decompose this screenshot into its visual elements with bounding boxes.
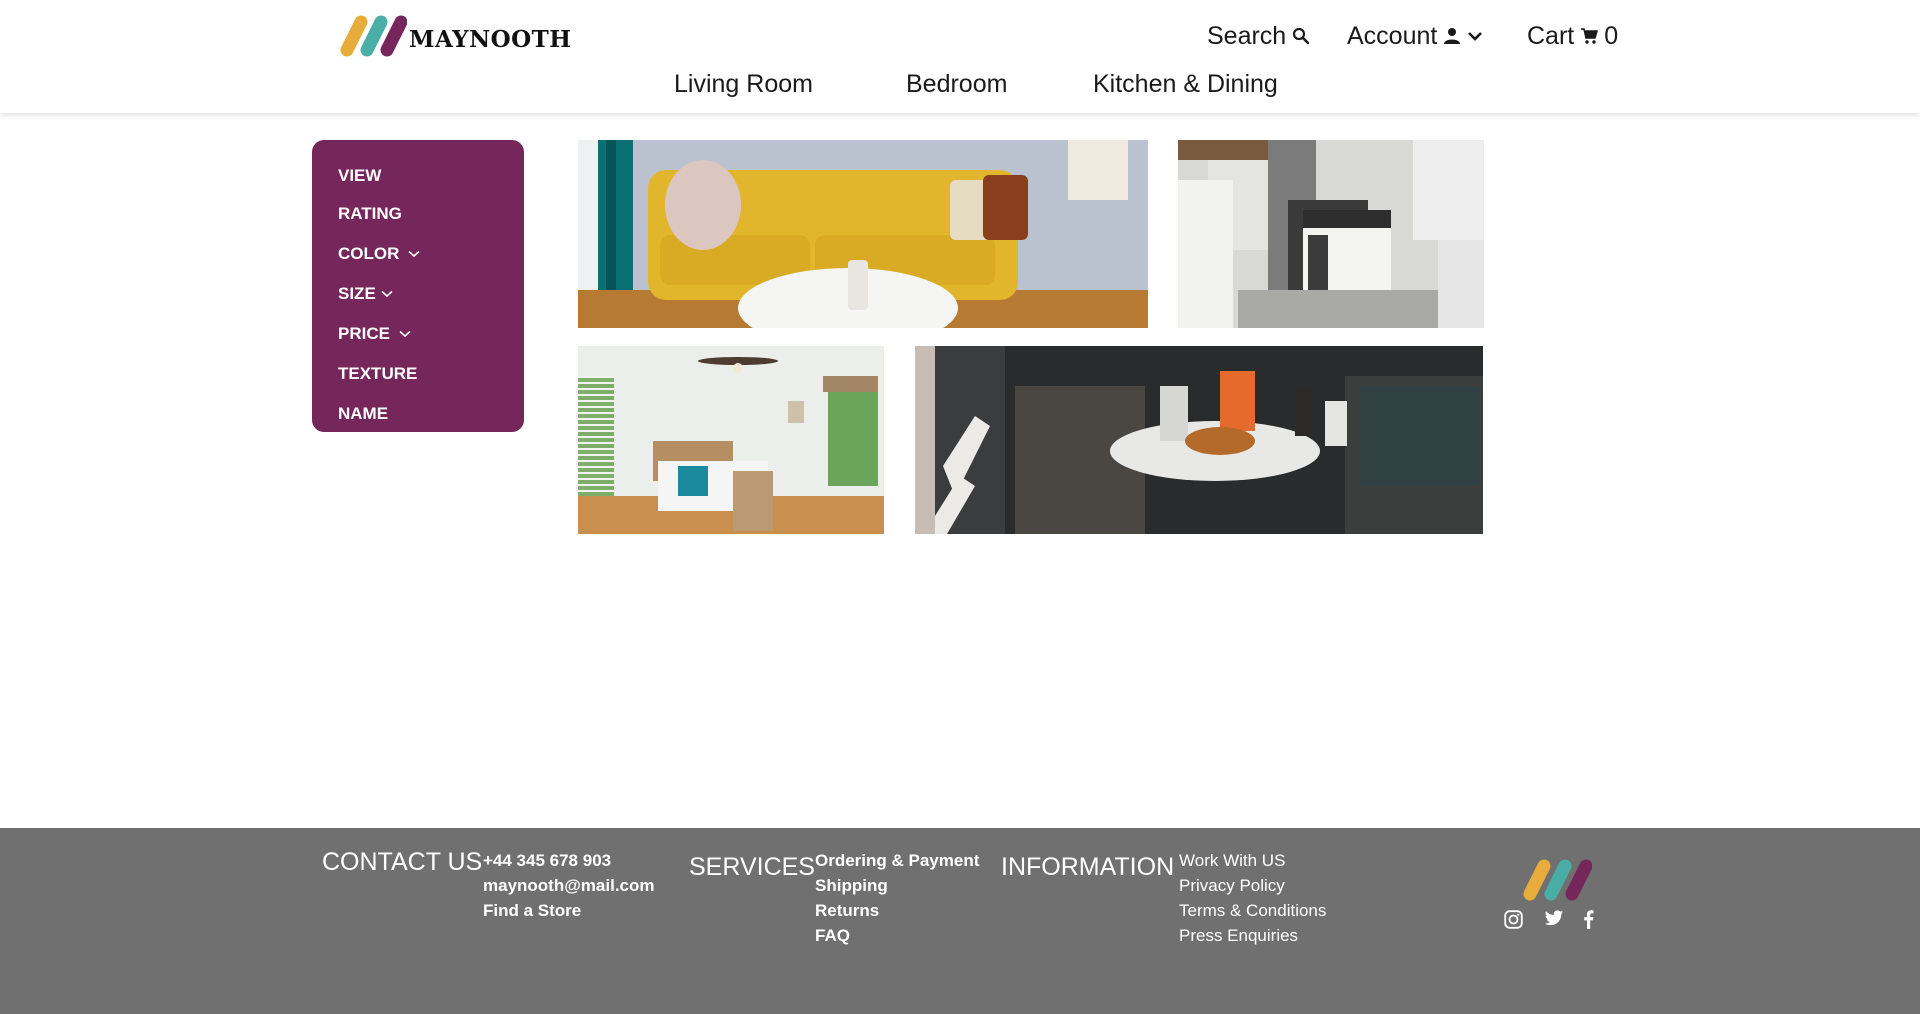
nav-kitchen-dining[interactable]: Kitchen & Dining: [1093, 70, 1278, 99]
filter-size[interactable]: SIZE: [312, 274, 524, 314]
footer-heading-services: SERVICES: [689, 853, 815, 881]
footer-returns-link[interactable]: Returns: [815, 898, 979, 923]
filter-label: COLOR: [338, 244, 400, 263]
cart-label: Cart: [1527, 21, 1575, 50]
footer-work-with-us-link[interactable]: Work With US: [1179, 848, 1326, 873]
filter-label: NAME: [338, 404, 389, 423]
footer-phone-link[interactable]: +44 345 678 903: [483, 848, 655, 873]
footer-privacy-policy-link[interactable]: Privacy Policy: [1179, 873, 1326, 898]
brand-name: MAYNOOTH: [409, 25, 572, 53]
gallery-tile-bedroom[interactable]: [578, 346, 884, 534]
living-room-image: [578, 140, 1148, 328]
filter-label: SIZE: [338, 284, 376, 303]
filter-label: TEXTURE: [338, 364, 418, 383]
main-nav: Living Room Bedroom Kitchen & Dining: [0, 70, 1920, 110]
filter-texture[interactable]: TEXTURE: [312, 354, 524, 394]
search-button[interactable]: Search: [1207, 18, 1310, 54]
filter-sidebar: VIEW RATING COLOR SIZE PRICE TEXTURE NAM…: [312, 140, 524, 432]
footer-terms-link[interactable]: Terms & Conditions: [1179, 898, 1326, 923]
filter-view[interactable]: VIEW: [312, 158, 524, 194]
footer-heading-contact: CONTACT US: [322, 848, 483, 876]
filter-rating[interactable]: RATING: [312, 194, 524, 234]
filter-price[interactable]: PRICE: [312, 314, 524, 354]
site-footer: CONTACT US +44 345 678 903 maynooth@mail…: [0, 828, 1920, 1014]
cart-icon: [1580, 27, 1599, 45]
nav-bedroom[interactable]: Bedroom: [906, 70, 1007, 99]
gallery-tile-dining[interactable]: [915, 346, 1483, 534]
filter-label: VIEW: [338, 166, 382, 185]
footer-find-store-link[interactable]: Find a Store: [483, 898, 655, 923]
footer-ordering-payment-link[interactable]: Ordering & Payment: [815, 848, 979, 873]
cart-button[interactable]: Cart 0: [1527, 18, 1618, 54]
chevron-down-icon: [1467, 30, 1483, 42]
footer-faq-link[interactable]: FAQ: [815, 923, 979, 948]
chevron-down-icon: [408, 250, 420, 258]
chevron-down-icon: [399, 330, 411, 338]
gallery-tile-kitchen[interactable]: [1178, 140, 1484, 328]
filter-label: RATING: [338, 204, 402, 223]
account-menu[interactable]: Account: [1347, 18, 1483, 54]
brand-logo[interactable]: MAYNOOTH: [337, 14, 572, 58]
chevron-down-icon: [381, 290, 393, 298]
gallery-tile-living-room[interactable]: [578, 140, 1148, 328]
person-icon: [1443, 27, 1461, 45]
search-label: Search: [1207, 21, 1287, 50]
facebook-icon[interactable]: [1583, 910, 1594, 929]
footer-information-list: Work With US Privacy Policy Terms & Cond…: [1179, 848, 1326, 948]
account-label: Account: [1347, 21, 1438, 50]
site-header: MAYNOOTH Search Account Cart 0 Living Ro…: [0, 0, 1920, 113]
footer-services-list: Ordering & Payment Shipping Returns FAQ: [815, 848, 979, 948]
maynooth-stripes-logo-icon: [340, 15, 407, 57]
instagram-icon[interactable]: [1504, 910, 1523, 929]
bedroom-image: [578, 346, 884, 534]
footer-contact-list: +44 345 678 903 maynooth@mail.com Find a…: [483, 848, 655, 923]
cart-count: 0: [1604, 21, 1619, 50]
filter-color[interactable]: COLOR: [312, 234, 524, 274]
footer-heading-information: INFORMATION: [1001, 853, 1175, 881]
twitter-icon[interactable]: [1544, 910, 1564, 927]
nav-living-room[interactable]: Living Room: [674, 70, 813, 99]
footer-press-enquiries-link[interactable]: Press Enquiries: [1179, 923, 1326, 948]
filter-label: PRICE: [338, 324, 390, 343]
kitchen-image: [1178, 140, 1484, 328]
filter-name[interactable]: NAME: [312, 394, 524, 434]
search-icon: [1292, 27, 1310, 45]
maynooth-stripes-logo-icon: [1523, 859, 1592, 901]
footer-shipping-link[interactable]: Shipping: [815, 873, 979, 898]
footer-email-link[interactable]: maynooth@mail.com: [483, 873, 655, 898]
dining-image: [915, 346, 1483, 534]
